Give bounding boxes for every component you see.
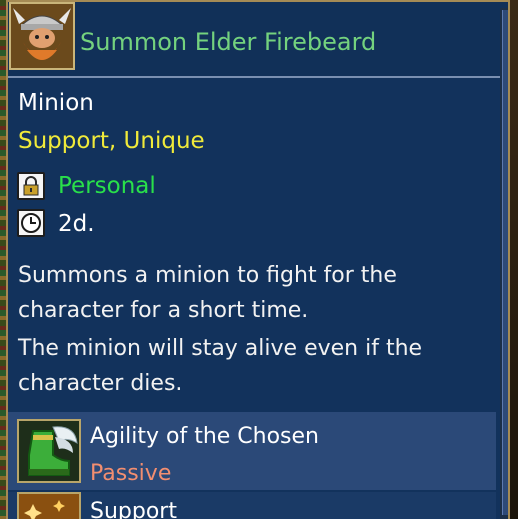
elder-firebeard-portrait-icon bbox=[9, 2, 75, 70]
background-right-edge bbox=[510, 0, 518, 519]
linked-ability-row-agility[interactable]: Agility of the Chosen Passive bbox=[8, 412, 496, 490]
description-line: character for a short time. bbox=[18, 298, 309, 323]
sparkle-icon bbox=[17, 492, 81, 519]
clock-icon bbox=[17, 209, 45, 237]
linked-ability-type: Passive bbox=[90, 461, 172, 486]
ability-tooltip-panel: Summon Elder Firebeard Minion Support, U… bbox=[6, 0, 510, 519]
linked-ability-name: Agility of the Chosen bbox=[90, 424, 319, 449]
tooltip-header: Summon Elder Firebeard bbox=[8, 2, 508, 78]
ability-cooldown: 2d. bbox=[58, 211, 95, 237]
ability-type: Minion bbox=[18, 90, 94, 116]
ability-scope: Personal bbox=[58, 173, 156, 199]
scrollbar-thumb[interactable] bbox=[502, 10, 508, 515]
description-line: character dies. bbox=[18, 371, 183, 396]
description-line: The minion will stay alive even if the bbox=[18, 336, 423, 361]
lock-icon bbox=[17, 172, 45, 200]
winged-boot-icon bbox=[17, 419, 81, 483]
linked-ability-row-support[interactable]: Support bbox=[8, 492, 496, 519]
ability-title: Summon Elder Firebeard bbox=[80, 28, 377, 56]
header-divider bbox=[8, 76, 508, 78]
description-line: Summons a minion to fight for the bbox=[18, 263, 397, 288]
linked-ability-name: Support bbox=[90, 499, 177, 519]
ability-tags: Support, Unique bbox=[18, 128, 205, 154]
